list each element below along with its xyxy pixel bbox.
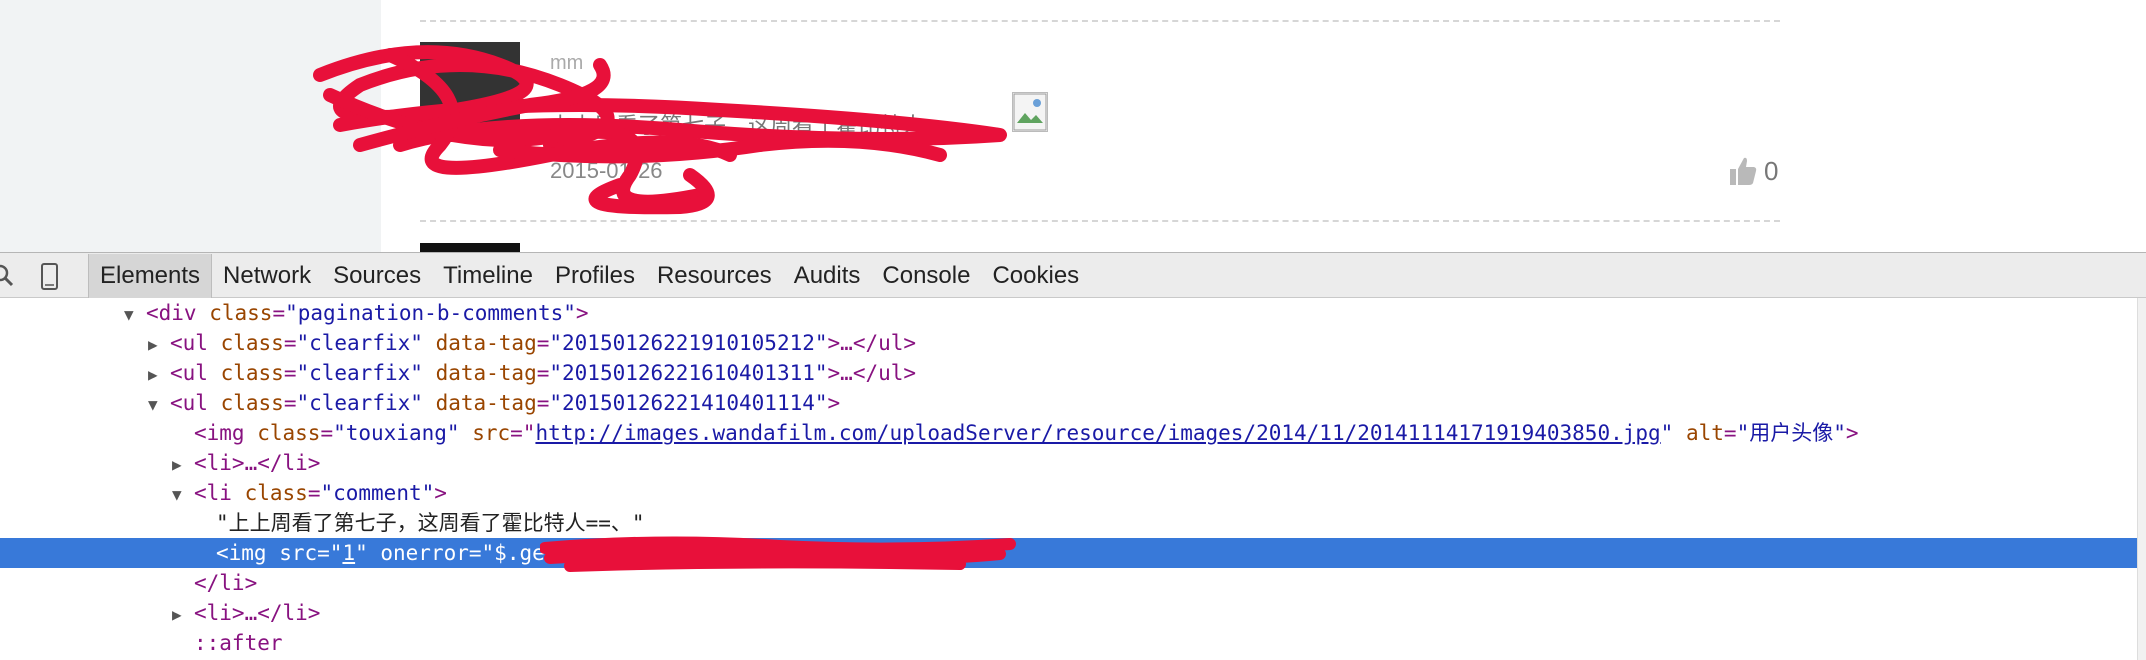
device-mode-icon[interactable] — [40, 263, 60, 291]
comment-username: mm — [550, 52, 584, 74]
tab-resources[interactable]: Resources — [646, 254, 783, 298]
dom-node-ul[interactable]: ▶ <ul class="clearfix" data-tag="20150126… — [0, 328, 2138, 358]
devtools-panel: Elements Network Sources Timeline Profil… — [0, 252, 2146, 660]
dom-node-li-comment[interactable]: ▼ <li class="comment"> — [0, 478, 2138, 508]
dom-node-li-close[interactable]: </li> — [0, 568, 2138, 598]
collapse-triangle-icon[interactable]: ▶ — [172, 450, 194, 480]
devtools-toolbar: Elements Network Sources Timeline Profil… — [0, 252, 2146, 298]
tab-profiles[interactable]: Profiles — [544, 254, 646, 298]
elements-dom-tree: ▼ <div class="pagination-b-comments"> ▶ <u… — [0, 298, 2138, 660]
tab-cookies[interactable]: Cookies — [981, 254, 1090, 298]
collapse-triangle-icon[interactable]: ▶ — [148, 360, 170, 390]
broken-image-icon — [1012, 92, 1048, 132]
expand-triangle-icon[interactable]: ▼ — [148, 390, 170, 420]
tab-sources[interactable]: Sources — [322, 254, 432, 298]
tab-console[interactable]: Console — [871, 254, 981, 298]
comment-divider — [420, 220, 1780, 222]
comment-divider — [420, 20, 1780, 22]
dom-node-li[interactable]: ▶ <li>…</li> — [0, 598, 2138, 628]
tab-network[interactable]: Network — [212, 254, 322, 298]
user-avatar — [420, 42, 520, 142]
tab-audits[interactable]: Audits — [783, 254, 872, 298]
dom-node-img[interactable]: <img class="touxiang" src="http://images… — [0, 418, 2138, 448]
thumbs-up-icon — [1730, 157, 1757, 185]
search-icon[interactable] — [0, 263, 16, 289]
img-src-link[interactable]: http://images.wandafilm.com/uploadServer… — [535, 421, 1660, 445]
dom-node-img-selected[interactable]: <img src="1" onerror="$.get( — [0, 536, 2138, 572]
dom-node-ul[interactable]: ▶ <ul class="clearfix" data-tag="20150126… — [0, 358, 2138, 388]
collapse-triangle-icon[interactable]: ▶ — [148, 330, 170, 360]
web-page-viewport: mm 上上周看了第七子，这周看了霍比特人== 2015-01-26 0 — [0, 0, 2146, 252]
tab-elements[interactable]: Elements — [88, 254, 213, 298]
dom-text-node[interactable]: "上上周看了第七子，这周看了霍比特人==、" — [0, 508, 2138, 538]
dom-node-ul[interactable]: ▼ <ul class="clearfix" data-tag="20150126… — [0, 388, 2138, 418]
next-user-avatar — [420, 243, 520, 252]
dom-node-li[interactable]: ▶ <li>…</li> — [0, 448, 2138, 478]
comment-date: 2015-01-26 — [550, 158, 663, 183]
comment-text: 上上周看了第七子，这周看了霍比特人== — [550, 113, 950, 138]
expand-triangle-icon[interactable]: ▼ — [172, 480, 194, 510]
expand-triangle-icon[interactable]: ▼ — [124, 300, 146, 330]
like-button[interactable]: 0 — [1728, 155, 1778, 187]
devtools-tab-strip: Elements Network Sources Timeline Profil… — [88, 253, 1090, 299]
dom-pseudo-after[interactable]: ::after — [0, 628, 2138, 658]
tab-timeline[interactable]: Timeline — [432, 254, 544, 298]
collapse-triangle-icon[interactable]: ▶ — [172, 600, 194, 630]
tree-scrollbar[interactable] — [2137, 298, 2146, 660]
page-left-margin — [0, 0, 381, 252]
like-count: 0 — [1764, 155, 1779, 186]
dom-node-div[interactable]: ▼ <div class="pagination-b-comments"> — [0, 298, 2138, 328]
